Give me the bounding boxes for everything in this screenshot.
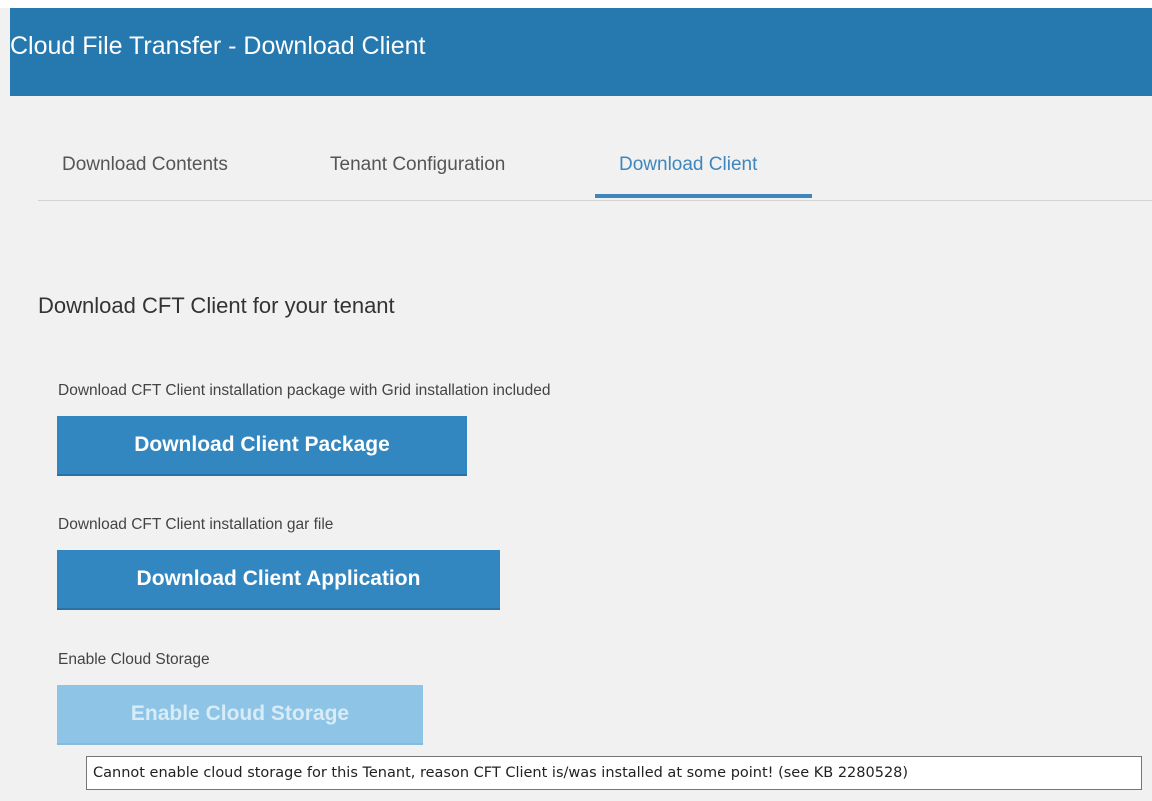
tab-bar: Download Contents Tenant Configuration D… xyxy=(38,130,1152,201)
tab-tenant-configuration[interactable]: Tenant Configuration xyxy=(330,154,505,176)
page-header: Cloud File Transfer - Download Client xyxy=(10,8,1152,96)
page-title: Cloud File Transfer - Download Client xyxy=(10,32,426,60)
download-client-package-button[interactable]: Download Client Package xyxy=(57,416,467,476)
tab-download-contents[interactable]: Download Contents xyxy=(62,154,228,176)
cloud-storage-tooltip: Cannot enable cloud storage for this Ten… xyxy=(86,756,1142,790)
cloud-storage-label: Enable Cloud Storage xyxy=(58,651,210,668)
enable-cloud-storage-button: Enable Cloud Storage xyxy=(57,685,423,745)
top-strip xyxy=(0,0,1152,8)
download-client-application-button[interactable]: Download Client Application xyxy=(57,550,500,610)
section-heading: Download CFT Client for your tenant xyxy=(38,293,395,318)
tab-download-client[interactable]: Download Client xyxy=(619,154,757,176)
active-tab-indicator xyxy=(595,194,812,198)
client-package-label: Download CFT Client installation package… xyxy=(58,382,551,399)
client-application-label: Download CFT Client installation gar fil… xyxy=(58,516,334,533)
